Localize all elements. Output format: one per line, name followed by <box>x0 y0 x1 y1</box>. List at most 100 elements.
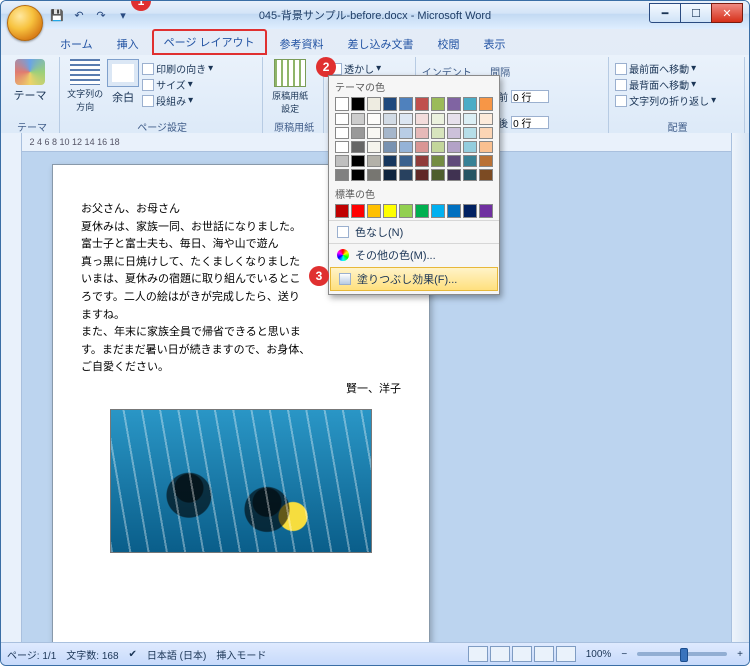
tab-home[interactable]: ホーム <box>49 32 104 55</box>
color-swatch[interactable] <box>335 127 349 139</box>
color-swatch[interactable] <box>351 141 365 153</box>
color-swatch[interactable] <box>479 97 493 111</box>
color-swatch[interactable] <box>447 113 461 125</box>
send-back-button[interactable]: 最背面へ移動▾ <box>615 77 740 92</box>
view-print-layout-button[interactable] <box>468 646 488 662</box>
color-swatch[interactable] <box>351 155 365 167</box>
color-swatch[interactable] <box>479 169 493 181</box>
status-mode[interactable]: 挿入モード <box>216 647 266 662</box>
color-swatch[interactable] <box>367 169 381 181</box>
undo-icon[interactable]: ↶ <box>71 7 87 23</box>
color-swatch[interactable] <box>415 141 429 153</box>
color-swatch[interactable] <box>335 141 349 153</box>
status-language[interactable]: 日本語 (日本) <box>147 647 206 662</box>
columns-button[interactable]: 段組み▾ <box>142 93 213 108</box>
qat-customize-icon[interactable]: ▾ <box>115 7 131 23</box>
color-swatch[interactable] <box>463 97 477 111</box>
size-button[interactable]: サイズ▾ <box>142 77 213 92</box>
save-icon[interactable]: 💾 <box>49 7 65 23</box>
tab-view[interactable]: 表示 <box>473 32 517 55</box>
color-swatch[interactable] <box>447 127 461 139</box>
text-wrap-button[interactable]: 文字列の折り返し▾ <box>615 93 740 108</box>
color-swatch[interactable] <box>367 141 381 153</box>
vertical-scrollbar[interactable] <box>731 133 749 643</box>
color-swatch[interactable] <box>431 113 445 125</box>
color-swatch[interactable] <box>463 169 477 181</box>
orientation-button[interactable]: 印刷の向き▾ <box>142 61 213 76</box>
bring-front-button[interactable]: 最前面へ移動▾ <box>615 61 740 76</box>
tab-mailings[interactable]: 差し込み文書 <box>337 32 425 55</box>
tab-references[interactable]: 参考資料 <box>269 32 335 55</box>
manuscript-paper-button[interactable]: 原稿用紙 設定 <box>269 59 311 115</box>
maximize-button[interactable]: ☐ <box>680 3 712 23</box>
view-web-layout-button[interactable] <box>512 646 532 662</box>
space-before-input[interactable] <box>511 90 549 103</box>
no-color-item[interactable]: 色なし(N) <box>329 220 499 243</box>
color-swatch[interactable] <box>431 127 445 139</box>
color-swatch[interactable] <box>479 113 493 125</box>
color-swatch[interactable] <box>415 155 429 167</box>
color-swatch[interactable] <box>447 204 461 218</box>
tab-insert[interactable]: 挿入 <box>106 32 150 55</box>
color-swatch[interactable] <box>383 169 397 181</box>
status-page[interactable]: ページ: 1/1 <box>7 647 56 662</box>
color-swatch[interactable] <box>415 113 429 125</box>
color-swatch[interactable] <box>431 97 445 111</box>
more-colors-item[interactable]: その他の色(M)... <box>329 243 499 266</box>
color-swatch[interactable] <box>383 141 397 153</box>
view-outline-button[interactable] <box>534 646 554 662</box>
close-button[interactable]: ✕ <box>711 3 743 23</box>
color-swatch[interactable] <box>415 169 429 181</box>
color-swatch[interactable] <box>479 155 493 167</box>
vertical-ruler[interactable] <box>1 133 22 643</box>
color-swatch[interactable] <box>463 127 477 139</box>
color-swatch[interactable] <box>367 204 381 218</box>
color-swatch[interactable] <box>431 169 445 181</box>
color-swatch[interactable] <box>335 204 349 218</box>
zoom-out-button[interactable]: − <box>621 649 627 660</box>
color-swatch[interactable] <box>431 155 445 167</box>
color-swatch[interactable] <box>367 97 381 111</box>
space-after-input[interactable] <box>511 116 549 129</box>
view-draft-button[interactable] <box>556 646 576 662</box>
color-swatch[interactable] <box>447 141 461 153</box>
color-swatch[interactable] <box>383 97 397 111</box>
status-zoom[interactable]: 100% <box>586 649 612 660</box>
status-words[interactable]: 文字数: 168 <box>66 647 118 662</box>
watermark-button[interactable]: 透かし▾ <box>330 61 411 76</box>
color-swatch[interactable] <box>415 204 429 218</box>
color-swatch[interactable] <box>383 113 397 125</box>
color-swatch[interactable] <box>367 127 381 139</box>
office-button[interactable] <box>7 5 43 41</box>
redo-icon[interactable]: ↷ <box>93 7 109 23</box>
fill-effects-item[interactable]: 塗りつぶし効果(F)... 3 <box>330 267 498 291</box>
color-swatch[interactable] <box>399 141 413 153</box>
color-swatch[interactable] <box>463 204 477 218</box>
color-swatch[interactable] <box>383 204 397 218</box>
color-swatch[interactable] <box>463 141 477 153</box>
color-swatch[interactable] <box>367 155 381 167</box>
color-swatch[interactable] <box>399 169 413 181</box>
color-swatch[interactable] <box>463 113 477 125</box>
color-swatch[interactable] <box>479 141 493 153</box>
color-swatch[interactable] <box>335 113 349 125</box>
color-swatch[interactable] <box>463 155 477 167</box>
color-swatch[interactable] <box>399 113 413 125</box>
color-swatch[interactable] <box>479 204 493 218</box>
color-swatch[interactable] <box>447 97 461 111</box>
color-swatch[interactable] <box>447 155 461 167</box>
color-swatch[interactable] <box>351 169 365 181</box>
document-photo[interactable] <box>110 409 372 553</box>
color-swatch[interactable] <box>479 127 493 139</box>
tab-page-layout[interactable]: ページ レイアウト <box>152 29 267 55</box>
color-swatch[interactable] <box>399 127 413 139</box>
color-swatch[interactable] <box>335 169 349 181</box>
minimize-button[interactable]: ━ <box>649 3 681 23</box>
color-swatch[interactable] <box>383 127 397 139</box>
color-swatch[interactable] <box>447 169 461 181</box>
color-swatch[interactable] <box>335 155 349 167</box>
color-swatch[interactable] <box>351 127 365 139</box>
color-swatch[interactable] <box>367 113 381 125</box>
proofing-icon[interactable]: ✔ <box>129 649 137 660</box>
color-swatch[interactable] <box>351 97 365 111</box>
